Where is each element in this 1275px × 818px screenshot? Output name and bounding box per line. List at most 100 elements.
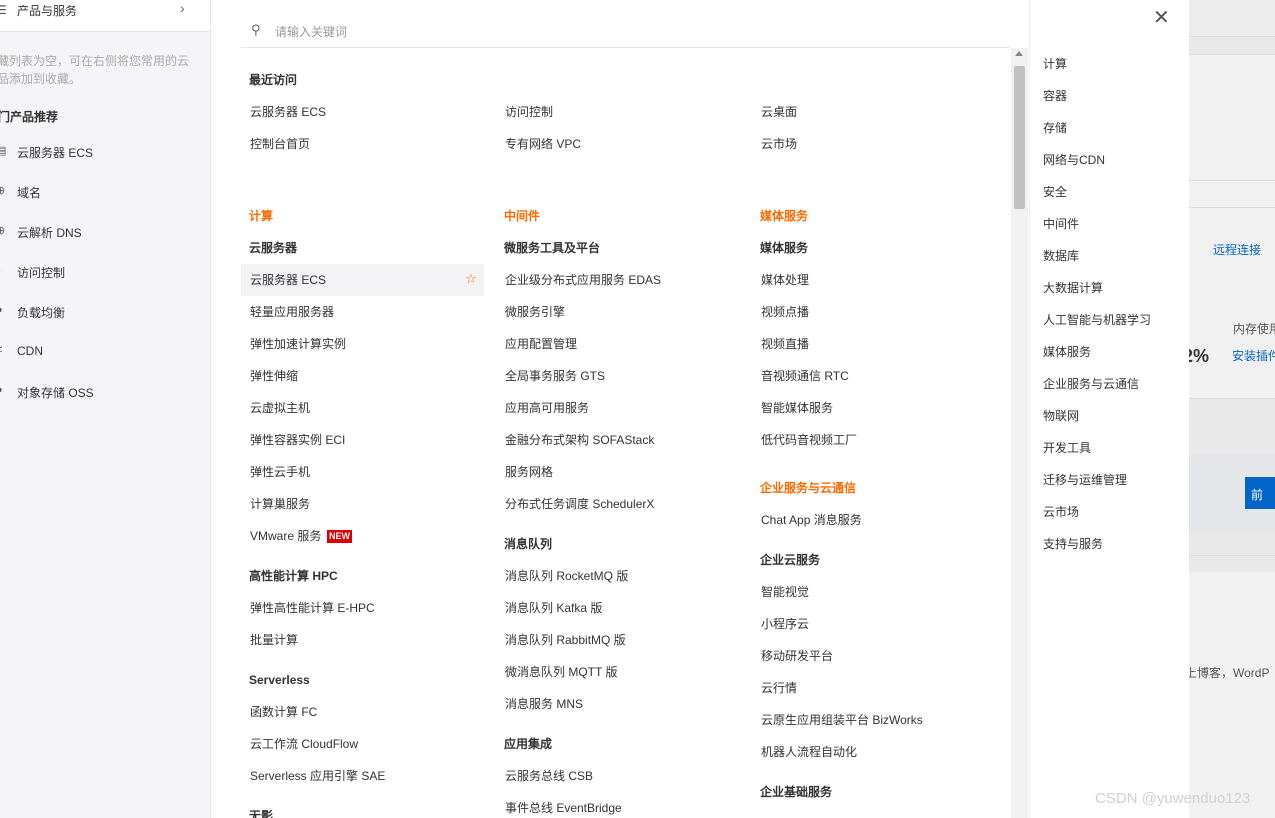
group-title: 消息队列 (504, 537, 553, 551)
product-link[interactable]: 微服务引擎 (505, 304, 565, 320)
grid-icon: ☰ (0, 3, 7, 17)
product-link[interactable]: 金融分布式架构 SOFAStack (505, 432, 654, 448)
product-link[interactable]: 事件总线 EventBridge (505, 800, 622, 816)
product-link[interactable]: Serverless 应用引擎 SAE (250, 768, 385, 784)
group-title: 无影 (249, 809, 274, 818)
chevron-right-icon: › (180, 0, 185, 16)
product-link[interactable]: 视频直播 (761, 336, 809, 352)
product-link[interactable]: 微消息队列 MQTT 版 (505, 664, 617, 680)
nav-item-container[interactable]: 容器 (1043, 88, 1067, 104)
product-link[interactable]: 轻量应用服务器 (250, 304, 334, 320)
scrollbar-thumb[interactable] (1014, 66, 1025, 209)
recent-item[interactable]: 云桌面 (761, 104, 797, 120)
product-menu-panel: ⚲ 最近访问 云服务器 ECS 访问控制 云桌面 控制台首页 专有网络 VPC … (211, 0, 1029, 818)
product-link[interactable]: 企业级分布式应用服务 EDAS (505, 272, 661, 288)
product-link[interactable]: 分布式任务调度 SchedulerX (505, 496, 654, 512)
recent-item[interactable]: 访问控制 (505, 104, 553, 120)
nav-item-support[interactable]: 支持与服务 (1043, 536, 1103, 552)
product-link[interactable]: 媒体处理 (761, 272, 809, 288)
nav-item-ai[interactable]: 人工智能与机器学习 (1043, 312, 1151, 328)
product-link[interactable]: 全局事务服务 GTS (505, 368, 605, 384)
product-link[interactable]: 消息队列 Kafka 版 (505, 600, 602, 616)
sidebar-item-cdn[interactable]: < CDN (0, 342, 210, 362)
nav-item-middleware[interactable]: 中间件 (1043, 216, 1079, 232)
nav-item-migration[interactable]: 迁移与运维管理 (1043, 472, 1127, 488)
category-compute: 计算 (249, 209, 274, 223)
product-link[interactable]: 小程序云 (761, 616, 809, 632)
favorites-sidebar: ☰ 产品与服务 › 藏列表为空，可在右侧将您常用的云 品添加到收藏。 门产品推荐… (0, 0, 211, 818)
sidebar-item-domain[interactable]: ⊕ 域名 (0, 182, 210, 202)
sidebar-item-load-balancer[interactable]: ● 负载均衡 (0, 302, 210, 322)
star-icon[interactable]: ☆ (465, 271, 477, 287)
products-services-header[interactable]: ☰ 产品与服务 › (0, 0, 210, 32)
product-link[interactable]: 应用配置管理 (505, 336, 577, 352)
product-link[interactable]: 函数计算 FC (250, 704, 317, 720)
nav-item-network-cdn[interactable]: 网络与CDN (1043, 152, 1105, 168)
product-link[interactable]: 消息队列 RocketMQ 版 (505, 568, 628, 584)
product-link[interactable]: 云服务器 ECS (250, 272, 326, 288)
primary-button[interactable]: 前 (1245, 477, 1275, 509)
sidebar-item-dns[interactable]: ⊕ 云解析 DNS (0, 222, 210, 242)
recent-item[interactable]: 云市场 (761, 136, 797, 152)
nav-item-marketplace[interactable]: 云市场 (1043, 504, 1079, 520)
product-link[interactable]: VMware 服务 (250, 528, 321, 544)
nav-item-security[interactable]: 安全 (1043, 184, 1067, 200)
products-services-label: 产品与服务 (17, 4, 78, 18)
recent-item[interactable]: 专有网络 VPC (505, 136, 581, 152)
background-console-page: 远程连接 内存使用 2% 安装插件 前 上博客，WordP (1189, 0, 1275, 818)
recent-item[interactable]: 云服务器 ECS (250, 104, 326, 120)
server-icon: ▤ (0, 144, 6, 157)
product-link[interactable]: 云行情 (761, 680, 797, 696)
product-link[interactable]: 智能媒体服务 (761, 400, 833, 416)
nav-item-compute[interactable]: 计算 (1043, 56, 1067, 72)
product-link[interactable]: 移动研发平台 (761, 648, 833, 664)
product-link[interactable]: 弹性加速计算实例 (250, 336, 346, 352)
product-link[interactable]: 智能视觉 (761, 584, 809, 600)
product-link[interactable]: 弹性高性能计算 E-HPC (250, 600, 375, 616)
nav-item-devtools[interactable]: 开发工具 (1043, 440, 1091, 456)
scroll-up-arrow-icon[interactable] (1015, 51, 1023, 56)
search-input[interactable] (275, 22, 975, 42)
sidebar-item-oss[interactable]: ● 对象存储 OSS (0, 382, 210, 402)
product-link[interactable]: 服务网格 (505, 464, 553, 480)
dns-icon: ⊕ (0, 224, 5, 237)
close-icon[interactable]: ✕ (1153, 5, 1170, 30)
product-link[interactable]: 弹性云手机 (250, 464, 310, 480)
memory-usage-label: 内存使用 (1233, 322, 1275, 336)
product-link[interactable]: 云工作流 CloudFlow (250, 736, 358, 752)
sidebar-item-access-control[interactable]: ◐ 访问控制 (0, 262, 210, 282)
product-link[interactable]: 消息队列 RabbitMQ 版 (505, 632, 626, 648)
product-link[interactable]: 消息服务 MNS (505, 696, 583, 712)
product-link[interactable]: 低代码音视频工厂 (761, 432, 857, 448)
recent-item[interactable]: 控制台首页 (250, 136, 310, 152)
nav-item-database[interactable]: 数据库 (1043, 248, 1079, 264)
product-link[interactable]: 云原生应用组装平台 BizWorks (761, 712, 923, 728)
search-icon: ⚲ (251, 22, 261, 37)
product-link[interactable]: 云服务总线 CSB (505, 768, 593, 784)
nav-item-enterprise[interactable]: 企业服务与云通信 (1043, 376, 1139, 392)
nav-item-media[interactable]: 媒体服务 (1043, 344, 1091, 360)
search-bar: ⚲ (241, 18, 1010, 48)
sidebar-item-ecs[interactable]: ▤ 云服务器 ECS (0, 142, 210, 162)
product-link[interactable]: Chat App 消息服务 (761, 512, 862, 528)
product-link[interactable]: 计算巢服务 (250, 496, 310, 512)
product-link[interactable]: 弹性容器实例 ECI (250, 432, 345, 448)
nav-item-iot[interactable]: 物联网 (1043, 408, 1079, 424)
remote-connect-link[interactable]: 远程连接 (1213, 241, 1261, 258)
product-link[interactable]: 音视频通信 RTC (761, 368, 849, 384)
product-link[interactable]: 弹性伸缩 (250, 368, 298, 384)
group-title: 微服务工具及平台 (504, 241, 601, 255)
product-link[interactable]: 批量计算 (250, 632, 298, 648)
nav-item-bigdata[interactable]: 大数据计算 (1043, 280, 1103, 296)
nav-item-storage[interactable]: 存储 (1043, 120, 1067, 136)
product-link[interactable]: 机器人流程自动化 (761, 744, 857, 760)
product-link[interactable]: 视频点播 (761, 304, 809, 320)
group-title: Serverless (249, 673, 310, 687)
install-plugin-link[interactable]: 安装插件 (1232, 347, 1275, 364)
product-link[interactable]: 应用高可用服务 (505, 400, 589, 416)
blog-text: 上博客，WordP (1189, 666, 1270, 680)
favorites-empty-hint: 藏列表为空，可在右侧将您常用的云 品添加到收藏。 (0, 54, 190, 86)
group-title: 企业基础服务 (760, 785, 833, 799)
product-link[interactable]: 云虚拟主机 (250, 400, 310, 416)
key-icon: ◐ (0, 264, 3, 276)
